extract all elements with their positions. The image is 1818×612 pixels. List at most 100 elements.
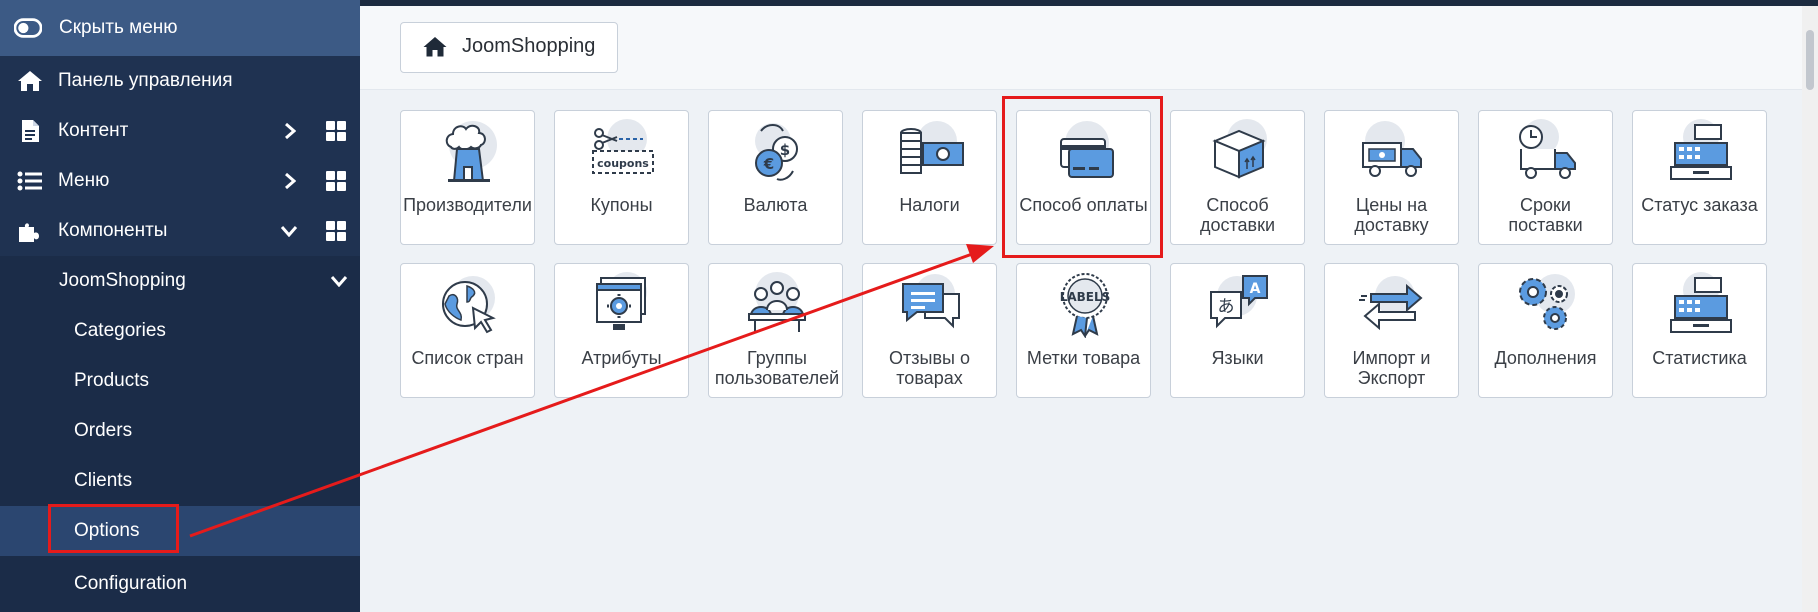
document-icon — [16, 118, 44, 144]
coupons-icon: coupons — [587, 119, 659, 185]
tile-label: Способ оплаты — [1019, 195, 1148, 215]
tile-user-groups[interactable]: Группы пользователей — [708, 263, 843, 398]
tile-label: Отзывы о товарах — [863, 348, 996, 388]
tile-label-text: Отзывы о товарах — [889, 348, 970, 388]
sidebar-item-configuration[interactable]: Configuration — [0, 556, 360, 612]
svg-text:$: $ — [780, 141, 790, 159]
tile-attributes[interactable]: Атрибуты — [554, 263, 689, 398]
addons-gears-icon — [1511, 272, 1583, 338]
tile-label: Купоны — [590, 195, 653, 215]
languages-icon: A あ — [1203, 272, 1275, 338]
sidebar-item-clients[interactable]: Clients — [0, 456, 360, 506]
chevron-right-icon[interactable] — [281, 172, 299, 190]
tile-taxes[interactable]: Налоги — [862, 110, 997, 245]
sidebar-item-dashboard[interactable]: Панель управления — [0, 56, 360, 106]
tile-payment-method[interactable]: Способ оплаты — [1016, 110, 1151, 245]
tile-label-text: Цены на доставку — [1354, 195, 1429, 235]
options-grid: Производители coupons Купоны $ € Валюта — [400, 110, 1767, 398]
sidebar-item-label: Options — [74, 520, 140, 541]
scrollbar[interactable] — [1802, 6, 1818, 612]
currency-icon: $ € — [741, 119, 813, 185]
chevron-down-icon[interactable] — [330, 272, 348, 290]
toggle-switch-icon — [14, 15, 42, 41]
tile-statistics[interactable]: Статистика — [1632, 263, 1767, 398]
tile-shipping-prices[interactable]: Цены на доставку — [1324, 110, 1459, 245]
tile-import-export[interactable]: Импорт и Экспорт — [1324, 263, 1459, 398]
tile-label: Способ доставки — [1171, 195, 1304, 235]
reviews-chat-icon — [895, 272, 967, 338]
labels-badge-icon: LABELS — [1049, 272, 1121, 339]
tile-languages[interactable]: A あ Языки — [1170, 263, 1305, 398]
breadcrumb[interactable]: JoomShopping — [400, 22, 618, 73]
tile-manufacturers[interactable]: Производители — [400, 110, 535, 245]
sidebar-item-content[interactable]: Контент — [0, 106, 360, 156]
sidebar-item-options[interactable]: Options — [0, 506, 360, 556]
sidebar-item-label: Компоненты — [58, 220, 168, 241]
tile-coupons[interactable]: coupons Купоны — [554, 110, 689, 245]
tile-label: Статус заказа — [1641, 195, 1758, 215]
tile-delivery-times[interactable]: Сроки поставки — [1478, 110, 1613, 245]
chevron-right-icon[interactable] — [281, 122, 299, 140]
tile-addons[interactable]: Дополнения — [1478, 263, 1613, 398]
payment-card-icon — [1049, 119, 1121, 185]
sidebar-item-orders[interactable]: Orders — [0, 406, 360, 456]
sidebar: Скрыть меню Панель управления Контент Ме… — [0, 0, 360, 612]
svg-text:LABELS: LABELS — [1060, 290, 1111, 304]
grid-icon[interactable] — [326, 221, 346, 241]
svg-text:あ: あ — [1218, 297, 1235, 317]
tile-shipping-method[interactable]: Способ доставки — [1170, 110, 1305, 245]
tile-label: Импорт и Экспорт — [1325, 348, 1458, 388]
sidebar-item-label: Products — [74, 370, 149, 391]
grid-icon[interactable] — [326, 171, 346, 191]
hide-menu-toggle[interactable]: Скрыть меню — [0, 0, 360, 56]
tile-label: Статистика — [1652, 348, 1747, 368]
tile-currency[interactable]: $ € Валюта — [708, 110, 843, 245]
tile-label: Языки — [1211, 348, 1264, 368]
sidebar-item-joomshopping[interactable]: JoomShopping — [0, 256, 360, 306]
grid-icon[interactable] — [326, 121, 346, 141]
tile-label: Атрибуты — [581, 348, 662, 368]
tile-countries[interactable]: Список стран — [400, 263, 535, 398]
sidebar-item-categories[interactable]: Categories — [0, 306, 360, 356]
statistics-register-icon — [1665, 272, 1737, 338]
scrollbar-thumb[interactable] — [1806, 30, 1814, 90]
tile-product-labels[interactable]: LABELS Метки товара — [1016, 263, 1151, 398]
sidebar-item-components[interactable]: Компоненты — [0, 206, 360, 256]
svg-text:coupons: coupons — [597, 157, 649, 170]
tile-label: Налоги — [899, 195, 960, 215]
svg-text:€: € — [763, 155, 774, 173]
sidebar-item-label: Categories — [74, 320, 166, 341]
tile-label: Метки товара — [1026, 348, 1141, 368]
import-export-icon — [1357, 272, 1429, 338]
sidebar-item-label: Панель управления — [58, 70, 233, 91]
sidebar-item-label: Configuration — [74, 573, 188, 594]
hide-menu-label: Скрыть меню — [59, 17, 178, 38]
tile-order-status[interactable]: Статус заказа — [1632, 110, 1767, 245]
globe-cursor-icon — [433, 272, 505, 338]
sidebar-item-label: Меню — [58, 170, 110, 191]
puzzle-icon — [16, 218, 44, 244]
tile-label: Производители — [403, 195, 532, 215]
user-groups-icon — [741, 272, 813, 338]
list-icon — [16, 168, 44, 194]
shipping-box-icon — [1203, 119, 1275, 185]
tile-label: Группы пользователей — [709, 348, 842, 388]
home-icon — [16, 68, 44, 94]
tile-label-text: Импорт и Экспорт — [1352, 348, 1431, 388]
tile-label-text: Сроки поставки — [1508, 195, 1583, 235]
chevron-down-icon[interactable] — [280, 222, 298, 240]
sidebar-item-menu[interactable]: Меню — [0, 156, 360, 206]
sidebar-item-label: Контент — [58, 120, 129, 141]
tile-product-reviews[interactable]: Отзывы о товарах — [862, 263, 997, 398]
sidebar-item-label: Clients — [74, 470, 133, 491]
taxes-icon — [895, 119, 967, 185]
manufacturer-icon — [433, 119, 505, 185]
tile-label: Цены на доставку — [1325, 195, 1458, 235]
tile-label: Валюта — [743, 195, 808, 215]
shipping-price-truck-icon — [1357, 119, 1429, 185]
home-icon — [423, 36, 447, 58]
tile-label: Дополнения — [1494, 348, 1597, 368]
tile-label-text: Группы пользователей — [714, 348, 840, 388]
sidebar-item-products[interactable]: Products — [0, 356, 360, 406]
sidebar-item-label: Orders — [74, 420, 133, 441]
